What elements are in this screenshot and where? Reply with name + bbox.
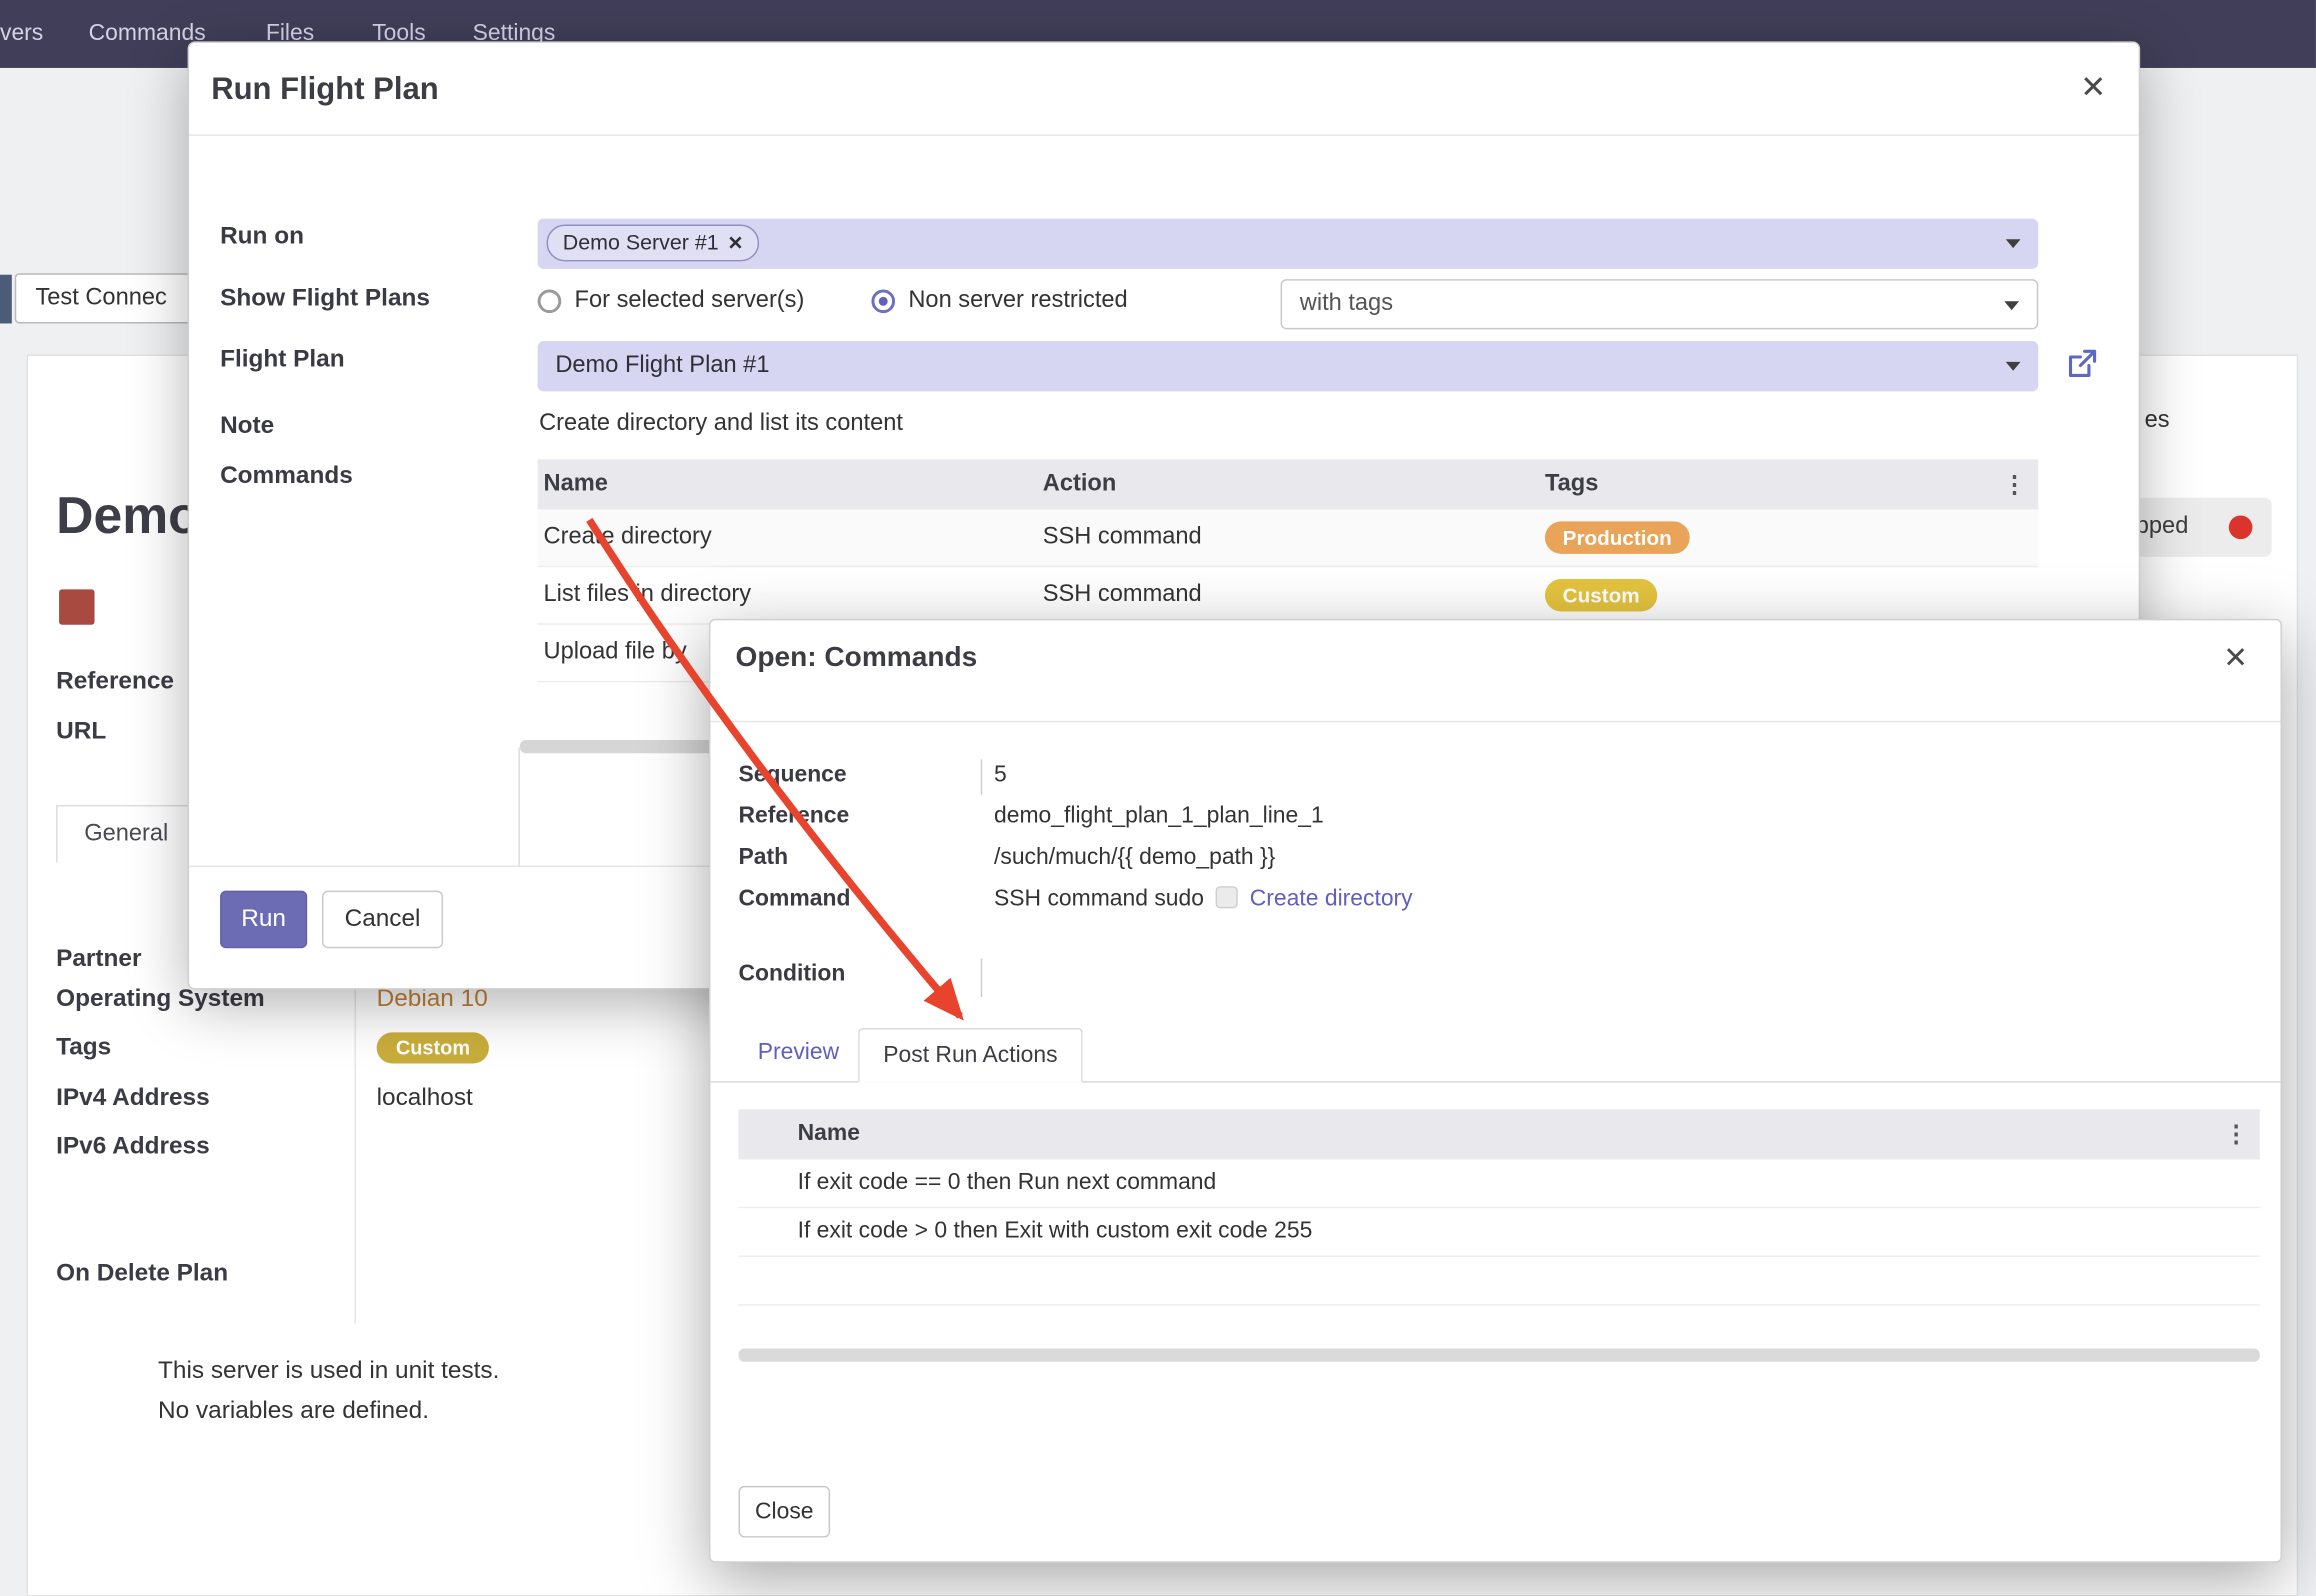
table-row[interactable]: List files in directory SSH command Cust…: [538, 567, 2039, 625]
run-on-server-select[interactable]: Demo Server #1 ✕: [538, 219, 2039, 269]
table-row[interactable]: If exit code == 0 then Run next command: [739, 1159, 2260, 1208]
with-tags-value: with tags: [1300, 291, 1393, 316]
row-name: Create directory: [538, 524, 1043, 551]
ipv4-label: IPv4 Address: [56, 1084, 210, 1112]
on-delete-plan-label: On Delete Plan: [56, 1260, 228, 1288]
run-modal-title: Run Flight Plan: [211, 72, 438, 107]
create-directory-link[interactable]: Create directory: [1250, 886, 1413, 911]
checkbox[interactable]: [1216, 886, 1238, 908]
header-name[interactable]: Name: [792, 1121, 2260, 1148]
tag-badge: Custom: [1545, 579, 1657, 611]
server-chip-label: Demo Server #1: [563, 232, 719, 256]
server-title: Demo: [56, 487, 200, 546]
radio-selected-servers[interactable]: [538, 289, 562, 313]
condition-label: Condition: [739, 962, 846, 989]
reference-label: Reference: [739, 803, 850, 830]
commands-table-header: Name Action Tags ⋮: [538, 459, 2039, 509]
caret-down-icon: [2004, 301, 2019, 310]
tab-general[interactable]: General: [56, 805, 196, 863]
sequence-label: Sequence: [739, 762, 847, 789]
command-text: SSH command sudo: [994, 886, 1204, 911]
header-tags[interactable]: Tags: [1545, 471, 2038, 498]
close-button[interactable]: Close: [739, 1486, 831, 1538]
show-flight-plans-label: Show Flight Plans: [220, 285, 430, 313]
screen: vers Commands Files Tools Settings Test …: [0, 0, 2316, 1596]
sheet-border: [518, 747, 519, 865]
external-link-icon[interactable]: [2065, 347, 2099, 381]
table-row[interactable]: If exit code > 0 then Exit with custom e…: [739, 1208, 2260, 1257]
table-row[interactable]: Create directory SSH command Production: [538, 510, 2039, 568]
radio-non-server-restricted-label[interactable]: Non server restricted: [908, 288, 1127, 315]
with-tags-select[interactable]: with tags: [1281, 279, 2039, 329]
tag-badge: Production: [1545, 521, 1690, 553]
caret-down-icon: [2006, 239, 2021, 248]
header-name[interactable]: Name: [538, 471, 1043, 498]
modal-header-divider: [710, 721, 2280, 722]
radio-selected-servers-label[interactable]: For selected server(s): [575, 288, 805, 315]
tab-post-run-actions[interactable]: Post Run Actions: [858, 1028, 1083, 1083]
post-run-actions-header: Name ⋮: [739, 1109, 2260, 1159]
horizontal-scrollbar[interactable]: [739, 1349, 2260, 1362]
path-label: Path: [739, 845, 789, 872]
chip-remove-icon[interactable]: ✕: [728, 232, 744, 254]
tags-label: Tags: [56, 1034, 111, 1062]
row-name: List files in directory: [538, 582, 1043, 609]
close-icon[interactable]: ✕: [2223, 640, 2248, 677]
color-swatch[interactable]: [59, 589, 94, 624]
ipv6-label: IPv6 Address: [56, 1133, 210, 1161]
note-label: Note: [220, 412, 274, 440]
column-options-icon[interactable]: ⋮: [2003, 470, 2027, 500]
reference-value: demo_flight_plan_1_plan_line_1: [994, 803, 1324, 830]
flight-plan-label: Flight Plan: [220, 346, 345, 374]
post-run-actions-table: Name ⋮ If exit code == 0 then Run next c…: [739, 1109, 2260, 1305]
flight-plan-description: Create directory and list its content: [539, 411, 903, 438]
flight-plan-value: Demo Flight Plan #1: [555, 353, 769, 378]
no-variables-note: No variables are defined.: [158, 1397, 429, 1425]
edge-button-fragment[interactable]: [0, 275, 12, 324]
caret-down-icon: [2006, 362, 2021, 371]
tags-badge: Custom: [377, 1032, 490, 1063]
run-button[interactable]: Run: [220, 891, 307, 949]
partner-label: Partner: [56, 945, 141, 973]
field-divider: [354, 942, 355, 1323]
table-row-empty[interactable]: [739, 1257, 2260, 1306]
command-label: Command: [739, 886, 851, 913]
header-action[interactable]: Action: [1043, 471, 1545, 498]
row-action: SSH command: [1043, 524, 1545, 551]
reference-label: Reference: [56, 668, 174, 696]
flight-plan-select[interactable]: Demo Flight Plan #1: [538, 341, 2039, 391]
ipv4-value: localhost: [377, 1084, 473, 1112]
sequence-value: 5: [994, 762, 1007, 789]
status-dot-icon: [2229, 515, 2253, 539]
close-icon[interactable]: ✕: [2080, 69, 2106, 106]
tab-preview[interactable]: Preview: [758, 1040, 839, 1067]
unit-test-note: This server is used in unit tests.: [158, 1357, 499, 1385]
commands-modal-title: Open: Commands: [736, 642, 978, 674]
field-separator: [981, 959, 982, 997]
command-value: SSH command sudo Create directory: [994, 886, 1413, 913]
row-action: SSH command: [1043, 582, 1545, 609]
cancel-button[interactable]: Cancel: [322, 891, 443, 949]
run-on-label: Run on: [220, 223, 304, 251]
field-separator: [981, 759, 982, 794]
modal-header-divider: [189, 134, 2139, 135]
radio-non-server-restricted[interactable]: [871, 289, 895, 313]
path-value: /such/much/{{ demo_path }}: [994, 845, 1275, 872]
column-options-icon[interactable]: ⋮: [2224, 1120, 2248, 1150]
commands-label: Commands: [220, 462, 353, 490]
url-label: URL: [56, 718, 106, 746]
menu-servers-partial[interactable]: vers: [0, 0, 43, 68]
right-text-fragment: es: [2145, 408, 2170, 435]
server-chip[interactable]: Demo Server #1 ✕: [546, 225, 759, 262]
open-commands-modal: Open: Commands ✕ Sequence 5 Reference de…: [709, 619, 2282, 1563]
